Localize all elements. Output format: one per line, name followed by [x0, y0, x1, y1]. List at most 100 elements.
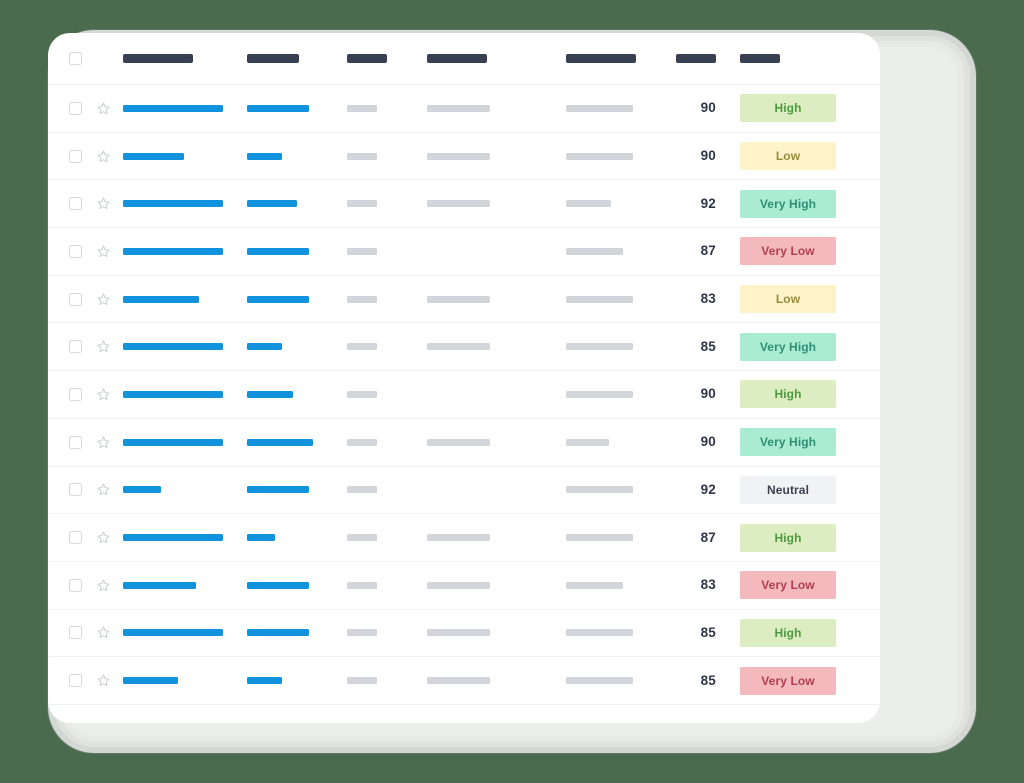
star-icon[interactable]: [96, 530, 111, 545]
star-icon[interactable]: [96, 673, 111, 688]
bar-column-4: [427, 343, 490, 351]
row-select-cell[interactable]: [69, 626, 96, 640]
header-column-score[interactable]: [666, 54, 716, 63]
row-checkbox[interactable]: [69, 244, 82, 258]
star-icon[interactable]: [96, 339, 111, 354]
cell-column-5: [566, 534, 666, 542]
table-row[interactable]: 85 High: [48, 610, 880, 658]
header-column-3[interactable]: [347, 54, 427, 63]
row-checkbox[interactable]: [69, 531, 82, 545]
score-value: 85: [700, 338, 716, 354]
table-row[interactable]: 87 Very Low: [48, 228, 880, 276]
row-favorite-cell[interactable]: [96, 482, 123, 497]
row-favorite-cell[interactable]: [96, 339, 123, 354]
row-checkbox[interactable]: [69, 149, 82, 163]
table-row[interactable]: 90 High: [48, 85, 880, 133]
row-favorite-cell[interactable]: [96, 530, 123, 545]
cell-column-3: [347, 390, 427, 398]
row-favorite-cell[interactable]: [96, 196, 123, 211]
cell-column-2: [247, 534, 347, 542]
rating-badge: Very Low: [740, 237, 836, 266]
header-column-4[interactable]: [427, 54, 566, 63]
row-select-cell[interactable]: [69, 578, 96, 592]
row-select-cell[interactable]: [69, 483, 96, 497]
row-favorite-cell[interactable]: [96, 673, 123, 688]
row-select-cell[interactable]: [69, 197, 96, 211]
row-checkbox[interactable]: [69, 340, 82, 354]
cell-score: 92: [666, 481, 716, 499]
row-checkbox[interactable]: [69, 387, 82, 401]
cell-rating: Very High: [716, 332, 836, 361]
row-select-cell[interactable]: [69, 292, 96, 306]
row-favorite-cell[interactable]: [96, 387, 123, 402]
table-row[interactable]: 83 Very Low: [48, 562, 880, 610]
header-column-1[interactable]: [123, 54, 247, 63]
table-row[interactable]: 85 Very Low: [48, 657, 880, 705]
star-icon[interactable]: [96, 625, 111, 640]
row-checkbox[interactable]: [69, 483, 82, 497]
cell-column-4: [427, 200, 566, 208]
table-row[interactable]: 90 Low: [48, 133, 880, 181]
cell-column-2: [247, 343, 347, 351]
cell-score: 90: [666, 99, 716, 117]
bar-column-4: [427, 295, 490, 303]
row-favorite-cell[interactable]: [96, 578, 123, 593]
bar-column-5: [566, 295, 633, 303]
table-row[interactable]: 85 Very High: [48, 323, 880, 372]
star-icon[interactable]: [96, 387, 111, 402]
header-select-all-cell[interactable]: [69, 52, 96, 65]
cell-column-2: [247, 629, 347, 637]
cell-column-2: [247, 152, 347, 160]
bar-column-2: [247, 438, 313, 446]
row-select-cell[interactable]: [69, 149, 96, 163]
row-checkbox[interactable]: [69, 435, 82, 449]
row-select-cell[interactable]: [69, 244, 96, 258]
row-favorite-cell[interactable]: [96, 625, 123, 640]
star-icon[interactable]: [96, 101, 111, 116]
row-favorite-cell[interactable]: [96, 292, 123, 307]
row-favorite-cell[interactable]: [96, 149, 123, 164]
cell-score: 85: [666, 338, 716, 356]
table-row[interactable]: 90 Very High: [48, 419, 880, 467]
row-checkbox[interactable]: [69, 101, 82, 115]
cell-column-5: [566, 438, 666, 446]
cell-column-3: [347, 295, 427, 303]
row-favorite-cell[interactable]: [96, 101, 123, 116]
row-select-cell[interactable]: [69, 674, 96, 688]
row-checkbox[interactable]: [69, 197, 82, 211]
table-row[interactable]: 92 Very High: [48, 180, 880, 229]
star-icon[interactable]: [96, 292, 111, 307]
rating-badge: Very High: [740, 189, 836, 218]
row-favorite-cell[interactable]: [96, 244, 123, 259]
star-icon[interactable]: [96, 149, 111, 164]
row-select-cell[interactable]: [69, 531, 96, 545]
data-table: 90 High 90 Low 92 Very High 87 Very Low 83 Low 85 V…: [48, 33, 880, 705]
cell-column-3: [347, 438, 427, 446]
row-select-cell[interactable]: [69, 387, 96, 401]
header-column-rating[interactable]: [716, 54, 836, 63]
table-row[interactable]: 83 Low: [48, 276, 880, 324]
row-checkbox[interactable]: [69, 674, 82, 688]
row-select-cell[interactable]: [69, 435, 96, 449]
table-row[interactable]: 90 High: [48, 371, 880, 419]
row-checkbox[interactable]: [69, 626, 82, 640]
star-icon[interactable]: [96, 482, 111, 497]
star-icon[interactable]: [96, 435, 111, 450]
row-select-cell[interactable]: [69, 101, 96, 115]
row-checkbox[interactable]: [69, 292, 82, 306]
star-icon[interactable]: [96, 578, 111, 593]
row-favorite-cell[interactable]: [96, 435, 123, 450]
table-row[interactable]: 87 High: [48, 514, 880, 562]
star-icon[interactable]: [96, 244, 111, 259]
bar-column-4: [427, 104, 490, 112]
score-value: 92: [700, 481, 716, 497]
row-select-cell[interactable]: [69, 340, 96, 354]
star-icon[interactable]: [96, 196, 111, 211]
bar-column-2: [247, 486, 309, 494]
select-all-checkbox[interactable]: [69, 52, 82, 65]
header-column-2[interactable]: [247, 54, 347, 63]
row-checkbox[interactable]: [69, 578, 82, 592]
header-column-5[interactable]: [566, 54, 666, 63]
table-row[interactable]: 92 Neutral: [48, 467, 880, 515]
rating-badge: Low: [740, 142, 836, 171]
